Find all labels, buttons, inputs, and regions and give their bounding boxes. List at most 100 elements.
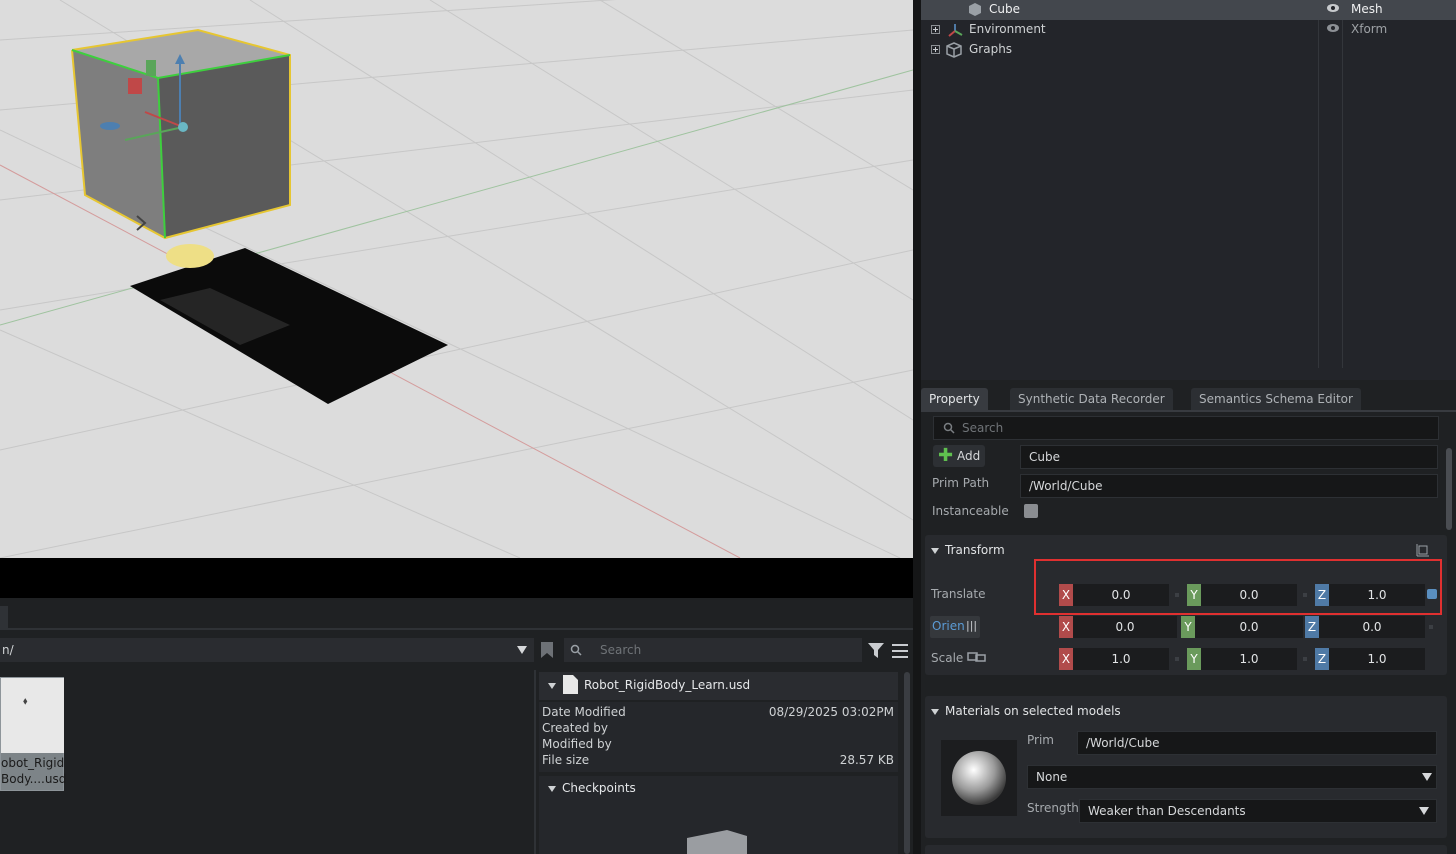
mesh-icon [969, 3, 981, 16]
translate-label: Translate [931, 587, 986, 601]
chevron-down-icon[interactable] [1422, 773, 1432, 781]
viewport[interactable] [0, 0, 913, 558]
strength-select[interactable]: Weaker than Descendants [1079, 799, 1437, 823]
materials-header[interactable]: Materials on selected models [931, 704, 1121, 718]
property-panel: Property Synthetic Data Recorder Semanti… [921, 383, 1456, 854]
panel-splitter[interactable] [913, 0, 921, 854]
prim-path-field[interactable]: /World/Cube [1020, 474, 1438, 498]
stage-item-label: Cube [989, 2, 1020, 16]
thumbnail-label-line1: obot_Rigid [1, 756, 65, 770]
scale-x-field[interactable]: 1.0 [1073, 648, 1169, 670]
checkpoints-label: Checkpoints [562, 781, 636, 795]
file-thumbnail[interactable]: ⬧ obot_Rigid Body....usd [0, 677, 67, 791]
file-details: Date Modified 08/29/2025 03:02PM Created… [539, 702, 898, 772]
instanceable-checkbox[interactable] [1024, 504, 1038, 518]
visibility-eye-icon[interactable] [1326, 3, 1340, 13]
transform-settings-icon[interactable] [1416, 543, 1430, 557]
viewport-scene [0, 0, 913, 558]
created-by-label: Created by [542, 721, 609, 735]
materials-title: Materials on selected models [945, 704, 1121, 718]
material-preview [941, 740, 1017, 816]
checkpoints-section: Checkpoints [539, 776, 898, 854]
stage-row-environment[interactable]: Environment Xform [921, 20, 1456, 40]
transform-title: Transform [945, 543, 1005, 557]
date-modified-label: Date Modified [542, 705, 626, 719]
orient-y-axis: Y [1181, 616, 1195, 638]
property-search-input[interactable]: Search [933, 416, 1439, 440]
checkpoints-header[interactable]: Checkpoints [548, 781, 636, 795]
link-icon[interactable] [967, 651, 987, 663]
path-dropdown-icon[interactable] [517, 646, 527, 654]
search-icon [943, 422, 955, 434]
orient-label: Orien [932, 619, 965, 633]
stage-row-cube[interactable]: Cube Mesh [921, 0, 1456, 20]
material-prim-label: Prim [1027, 733, 1054, 747]
thumbnail-preview: ⬧ [1, 678, 64, 753]
prim-name-field[interactable]: Cube [1020, 445, 1438, 469]
strength-select-value: Weaker than Descendants [1088, 804, 1246, 818]
scale-z-field[interactable]: 1.0 [1329, 648, 1425, 670]
property-scrollbar[interactable] [1446, 448, 1452, 530]
content-scrollbar[interactable] [904, 672, 910, 854]
expand-icon[interactable] [931, 25, 940, 34]
orient-bars-icon: ||| [966, 619, 978, 632]
content-browser: n/ Search ⬧ obot_Rigid Body....usd Robot… [0, 598, 913, 854]
tab-synthetic-data-recorder[interactable]: Synthetic Data Recorder [1010, 388, 1173, 410]
orient-y-field[interactable]: 0.0 [1195, 616, 1303, 638]
instanceable-label: Instanceable [932, 504, 1009, 518]
materials-section: Materials on selected models Prim /World… [925, 696, 1447, 838]
tab-property[interactable]: Property [921, 388, 988, 410]
path-text: n/ [2, 643, 14, 657]
file-info-header[interactable]: Robot_RigidBody_Learn.usd [539, 672, 898, 700]
chevron-down-icon[interactable] [1419, 807, 1429, 815]
stage-item-label: Environment [969, 22, 1046, 36]
orient-x-field[interactable]: 0.0 [1073, 616, 1177, 638]
graph-cube-icon [946, 42, 962, 58]
content-search-input[interactable]: Search [564, 638, 862, 662]
search-icon [570, 644, 582, 656]
file-size-value: 28.57 KB [839, 753, 894, 767]
scale-y-field[interactable]: 1.0 [1201, 648, 1297, 670]
orient-z-field[interactable]: 0.0 [1319, 616, 1425, 638]
material-sphere-icon [952, 751, 1006, 805]
material-select[interactable]: None [1027, 765, 1437, 789]
material-prim-field[interactable]: /World/Cube [1077, 731, 1437, 755]
scale-y-axis: Y [1187, 648, 1201, 670]
add-button[interactable]: ✚ Add [933, 445, 985, 467]
path-field[interactable]: n/ [0, 638, 534, 662]
stage-row-graphs[interactable]: Graphs [921, 40, 1456, 60]
stage-item-label: Graphs [969, 42, 1013, 56]
scale-label: Scale [931, 651, 964, 665]
plus-icon: ✚ [938, 445, 954, 466]
thumbnail-label-line2: Body....usd [1, 772, 67, 786]
search-placeholder: Search [962, 421, 1004, 435]
add-button-label: Add [957, 449, 981, 463]
bookmark-icon[interactable] [541, 642, 553, 658]
modified-by-label: Modified by [542, 737, 612, 751]
search-placeholder: Search [600, 643, 642, 657]
stage-item-type: Mesh [1351, 2, 1383, 16]
file-name: Robot_RigidBody_Learn.usd [584, 678, 751, 692]
orient-mode-button[interactable]: Orien ||| [930, 616, 980, 638]
filter-icon[interactable] [868, 643, 886, 659]
scale-z-axis: Z [1315, 648, 1329, 670]
viewport-footer [0, 558, 913, 598]
tab-semantics-schema-editor[interactable]: Semantics Schema Editor [1191, 388, 1361, 410]
menu-icon[interactable] [892, 644, 908, 658]
file-size-label: File size [542, 753, 590, 767]
xform-axis-icon [948, 24, 963, 37]
stage-panel: Cube Mesh Environment Xform Graphs [921, 0, 1456, 380]
translate-highlight-box [1034, 559, 1442, 615]
material-select-value: None [1036, 770, 1068, 784]
visibility-eye-icon[interactable] [1326, 23, 1340, 33]
orient-z-axis: Z [1305, 616, 1319, 638]
file-icon [563, 675, 578, 694]
scale-x-axis: X [1059, 648, 1073, 670]
stage-item-type: Xform [1351, 22, 1388, 36]
date-modified-value: 08/29/2025 03:02PM [768, 705, 894, 719]
transform-header[interactable]: Transform [931, 543, 1005, 557]
strength-label: Strength [1027, 801, 1079, 815]
orient-x-axis: X [1059, 616, 1073, 638]
checkpoint-placeholder-icon [687, 830, 747, 854]
expand-icon[interactable] [931, 45, 940, 54]
